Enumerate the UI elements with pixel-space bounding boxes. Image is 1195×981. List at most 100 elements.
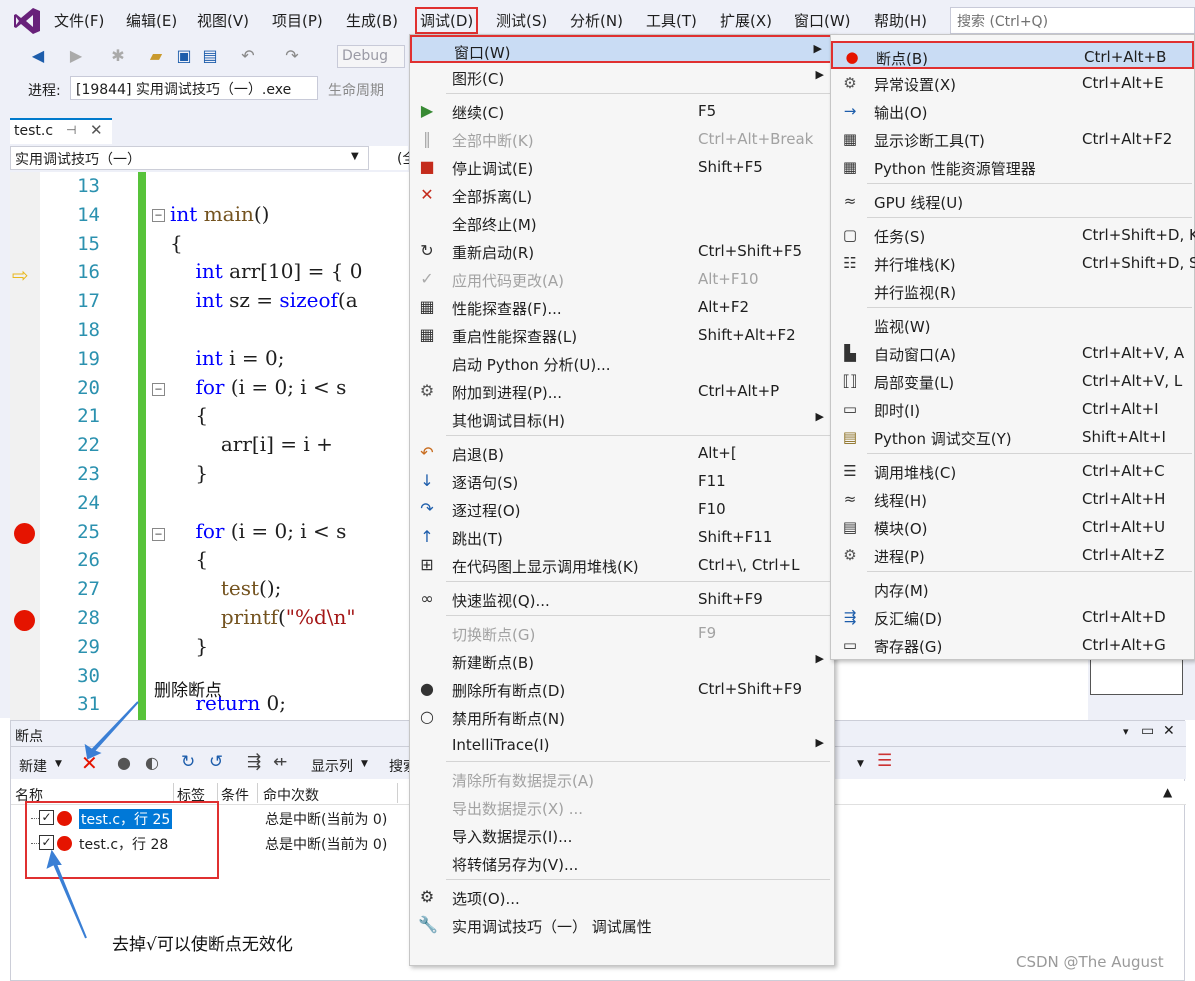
- window-menu-item[interactable]: ▭ 即时(I) Ctrl+Alt+I: [831, 395, 1194, 423]
- project-scope-dropdown[interactable]: 实用调试技巧（一） ▼: [10, 146, 405, 170]
- menu-build[interactable]: 生成(B): [346, 10, 398, 31]
- scope-dropdown[interactable]: (全: [368, 146, 416, 170]
- lifecycle-events-button[interactable]: 生命周期: [328, 80, 384, 100]
- window-position-icon[interactable]: ▾: [1123, 725, 1129, 738]
- menu-extensions[interactable]: 扩展(X): [720, 10, 772, 31]
- window-menu-item[interactable]: ▤ 模块(O) Ctrl+Alt+U: [831, 513, 1194, 541]
- debug-menu-item[interactable]: 其他调试目标(H) ▶: [410, 405, 834, 433]
- back-icon[interactable]: ◀: [28, 46, 48, 66]
- debug-menu-item[interactable]: ‖ 全部中断(K) Ctrl+Alt+Break: [410, 125, 834, 153]
- show-columns-button[interactable]: 显示列: [311, 756, 353, 776]
- pin-icon[interactable]: ⊣: [66, 123, 76, 137]
- new-breakpoint-button[interactable]: 新建: [19, 756, 47, 776]
- debug-menu-item[interactable]: ↻ 重新启动(R) Ctrl+Shift+F5: [410, 237, 834, 265]
- scroll-up-icon[interactable]: ▲: [1163, 785, 1172, 799]
- column-condition[interactable]: 条件: [221, 785, 249, 805]
- open-folder-icon[interactable]: ▰: [146, 46, 166, 66]
- debug-menu-item[interactable]: ⚙ 附加到进程(P)... Ctrl+Alt+P: [410, 377, 834, 405]
- debug-menu-item[interactable]: ■ 停止调试(E) Shift+F5: [410, 153, 834, 181]
- go-to-source-icon[interactable]: ↻: [181, 752, 195, 772]
- debug-menu-item[interactable]: ↓ 逐语句(S) F11: [410, 467, 834, 495]
- config-dropdown[interactable]: Debug: [337, 45, 405, 68]
- debug-menu-item[interactable]: ▦ 重启性能探查器(L) Shift+Alt+F2: [410, 321, 834, 349]
- menu-edit[interactable]: 编辑(E): [126, 10, 177, 31]
- visual-studio-logo-icon[interactable]: [12, 6, 42, 36]
- window-menu-item[interactable]: ▤ Python 调试交互(Y) Shift+Alt+I: [831, 423, 1194, 451]
- window-menu-item[interactable]: ≈ 线程(H) Ctrl+Alt+H: [831, 485, 1194, 513]
- chevron-down-icon[interactable]: ▼: [857, 759, 864, 769]
- close-icon[interactable]: ✕: [90, 121, 103, 139]
- debug-menu-item[interactable]: ▦ 性能探查器(F)... Alt+F2: [410, 293, 834, 321]
- window-menu-item[interactable]: 内存(M): [831, 575, 1194, 603]
- menu-window[interactable]: 窗口(W): [794, 10, 851, 31]
- debug-menu-item[interactable]: IntelliTrace(I) ▶: [410, 731, 834, 759]
- menu-project[interactable]: 项目(P): [272, 10, 323, 31]
- fold-toggle[interactable]: −: [152, 528, 165, 541]
- menu-file[interactable]: 文件(F): [54, 10, 104, 31]
- new-item-icon[interactable]: ✱: [108, 46, 128, 66]
- window-menu-item[interactable]: ▦ 显示诊断工具(T) Ctrl+Alt+F2: [831, 125, 1194, 153]
- save-all-icon[interactable]: ▤: [200, 46, 220, 66]
- window-menu-item[interactable]: 并行监视(R): [831, 277, 1194, 305]
- go-to-disassembly-icon[interactable]: ↺: [209, 752, 223, 772]
- debug-menu-item[interactable]: 窗口(W) ▶: [410, 35, 834, 63]
- fold-toggle[interactable]: −: [152, 383, 165, 396]
- window-menu-item[interactable]: ☰ 调用堆栈(C) Ctrl+Alt+C: [831, 457, 1194, 485]
- window-menu-item[interactable]: ☷ 并行堆栈(K) Ctrl+Shift+D, S: [831, 249, 1195, 277]
- tab-test-c[interactable]: test.c ⊣ ✕: [10, 118, 112, 144]
- column-separator[interactable]: [173, 783, 174, 803]
- menu-test[interactable]: 测试(S): [496, 10, 547, 31]
- window-menu-item[interactable]: ⟦⟧ 局部变量(L) Ctrl+Alt+V, L: [831, 367, 1194, 395]
- process-dropdown[interactable]: [19844] 实用调试技巧（一）.exe: [70, 76, 318, 100]
- window-menu-item[interactable]: ● 断点(B) Ctrl+Alt+B: [831, 41, 1194, 69]
- chevron-down-icon[interactable]: ▼: [55, 759, 62, 769]
- window-menu-item[interactable]: ▭ 寄存器(G) Ctrl+Alt+G: [831, 631, 1194, 659]
- delete-breakpoint-icon[interactable]: ✕: [81, 751, 98, 775]
- menu-view[interactable]: 视图(V): [197, 10, 249, 31]
- debug-menu-item[interactable]: 清除所有数据提示(A): [410, 765, 834, 793]
- debug-menu-item[interactable]: 启动 Python 分析(U)...: [410, 349, 834, 377]
- breakpoint-icon[interactable]: [14, 610, 35, 631]
- debug-menu-item[interactable]: 切换断点(G) F9: [410, 619, 834, 647]
- window-menu-item[interactable]: ▦ Python 性能资源管理器: [831, 153, 1194, 181]
- window-menu-item[interactable]: ⚙ 异常设置(X) Ctrl+Alt+E: [831, 69, 1194, 97]
- debug-menu-item[interactable]: ○ 禁用所有断点(N): [410, 703, 834, 731]
- debug-menu-item[interactable]: 全部终止(M): [410, 209, 834, 237]
- debug-menu-item[interactable]: ↶ 启退(B) Alt+[: [410, 439, 834, 467]
- column-separator[interactable]: [257, 783, 258, 803]
- window-menu-item[interactable]: ⚙ 进程(P) Ctrl+Alt+Z: [831, 541, 1194, 569]
- column-separator[interactable]: [397, 783, 398, 803]
- undo-icon[interactable]: ↶: [238, 46, 258, 66]
- chevron-down-icon[interactable]: ▼: [361, 759, 368, 769]
- save-icon[interactable]: ▣: [174, 46, 194, 66]
- import-icon[interactable]: ⇷: [273, 752, 287, 772]
- debug-menu-item[interactable]: ↑ 跳出(T) Shift+F11: [410, 523, 834, 551]
- menu-debug[interactable]: 调试(D): [415, 7, 479, 34]
- debug-menu-item[interactable]: ⚙ 选项(O)...: [410, 883, 834, 911]
- forward-icon[interactable]: ▶: [66, 46, 86, 66]
- menu-help[interactable]: 帮助(H): [874, 10, 927, 31]
- search-input[interactable]: 搜索 (Ctrl+Q): [950, 7, 1195, 34]
- debug-menu-item[interactable]: 导出数据提示(X) ...: [410, 793, 834, 821]
- window-menu-item[interactable]: ⇶ 反汇编(D) Ctrl+Alt+D: [831, 603, 1194, 631]
- debug-menu-item[interactable]: 导入数据提示(I)...: [410, 821, 834, 849]
- debug-menu-item[interactable]: ✓ 应用代码更改(A) Alt+F10: [410, 265, 834, 293]
- window-menu-item[interactable]: ▢ 任务(S) Ctrl+Shift+D, K: [831, 221, 1195, 249]
- window-menu-item[interactable]: ≈ GPU 线程(U): [831, 187, 1194, 215]
- menu-tools[interactable]: 工具(T): [646, 10, 697, 31]
- redo-icon[interactable]: ↷: [282, 46, 302, 66]
- column-separator[interactable]: [217, 783, 218, 803]
- debug-menu-item[interactable]: ∞ 快速监视(Q)... Shift+F9: [410, 585, 834, 613]
- column-hit-count[interactable]: 命中次数: [263, 785, 319, 805]
- debug-menu-item[interactable]: 🔧 实用调试技巧（一） 调试属性: [410, 911, 834, 939]
- breakpoint-icon[interactable]: [14, 523, 35, 544]
- debug-menu-item[interactable]: ✕ 全部拆离(L): [410, 181, 834, 209]
- window-menu-item[interactable]: 监视(W): [831, 311, 1194, 339]
- export-icon[interactable]: ⇶: [247, 752, 261, 772]
- clear-search-icon[interactable]: ☰: [877, 751, 892, 771]
- debug-menu-item[interactable]: 新建断点(B) ▶: [410, 647, 834, 675]
- debug-menu-item[interactable]: ↷ 逐过程(O) F10: [410, 495, 834, 523]
- close-icon[interactable]: ✕: [1163, 723, 1175, 739]
- menu-analyze[interactable]: 分析(N): [570, 10, 623, 31]
- fold-toggle[interactable]: −: [152, 209, 165, 222]
